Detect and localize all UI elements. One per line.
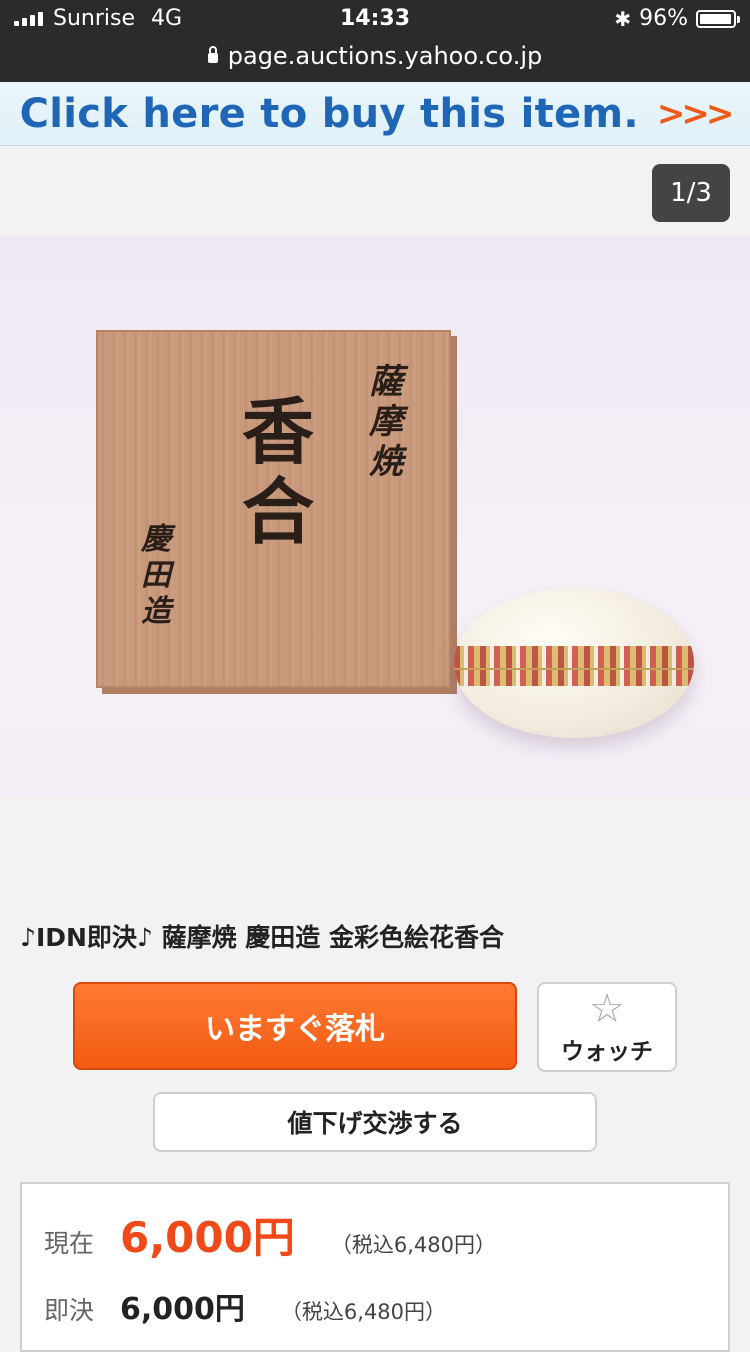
watch-button[interactable]: ☆ ウォッチ [537, 982, 677, 1072]
box-inscription-right: 薩摩焼 [369, 362, 403, 482]
chevron-right-icon: >>> [656, 93, 734, 134]
box-inscription-left: 慶田造 [141, 522, 171, 629]
battery-icon [696, 9, 740, 28]
current-price-label: 現在 [44, 1229, 95, 1258]
buyout-price-label: 即決 [44, 1296, 95, 1325]
star-icon: ☆ [589, 986, 625, 1032]
negotiate-button[interactable]: 値下げ交渉する [153, 1092, 597, 1152]
image-gallery[interactable]: 1/3 香合 薩摩焼 慶田造 [0, 146, 750, 866]
buyout-price-row: 即決 6,000円 （税込6,480円） [44, 1284, 446, 1328]
buy-now-button[interactable]: いますぐ落札 [73, 982, 517, 1070]
battery-percent: 96% [639, 6, 688, 31]
box-inscription-main: 香合 [241, 389, 314, 554]
current-price-row: 現在 6,000円 （税込6,480円） [44, 1204, 496, 1265]
current-price-value: 6,000円 [120, 1213, 295, 1262]
current-price-tax: （税込6,480円） [330, 1233, 496, 1257]
price-card: 現在 6,000円 （税込6,480円） 即決 6,000円 （税込6,480円… [20, 1182, 730, 1352]
buyout-price-tax: （税込6,480円） [280, 1300, 447, 1324]
product-section: ♪IDN即決♪ 薩摩焼 慶田造 金彩色絵花香合 いますぐ落札 ☆ ウォッチ 値下… [0, 866, 750, 1352]
image-counter: 1/3 [652, 164, 730, 222]
wooden-box-image: 香合 薩摩焼 慶田造 [96, 330, 451, 688]
status-bar: Sunrise 4G 14:33 ✱ 96% page.auctions.yah… [0, 0, 750, 82]
lock-icon [207, 46, 218, 63]
buy-banner[interactable]: Click here to buy this item. >>> [0, 82, 750, 146]
address-bar[interactable]: page.auctions.yahoo.co.jp [0, 42, 750, 70]
bluetooth-icon: ✱ [614, 6, 632, 31]
product-title: ♪IDN即決♪ 薩摩焼 慶田造 金彩色絵花香合 [20, 923, 504, 952]
product-photo[interactable]: 香合 薩摩焼 慶田造 [0, 236, 750, 798]
battery-info: ✱ 96% [614, 6, 740, 31]
banner-text: Click here to buy this item. [19, 90, 639, 137]
url-text: page.auctions.yahoo.co.jp [227, 42, 543, 70]
watch-label: ウォッチ [561, 1039, 653, 1065]
buyout-price-value: 6,000円 [120, 1292, 245, 1327]
incense-container-image [454, 588, 694, 738]
